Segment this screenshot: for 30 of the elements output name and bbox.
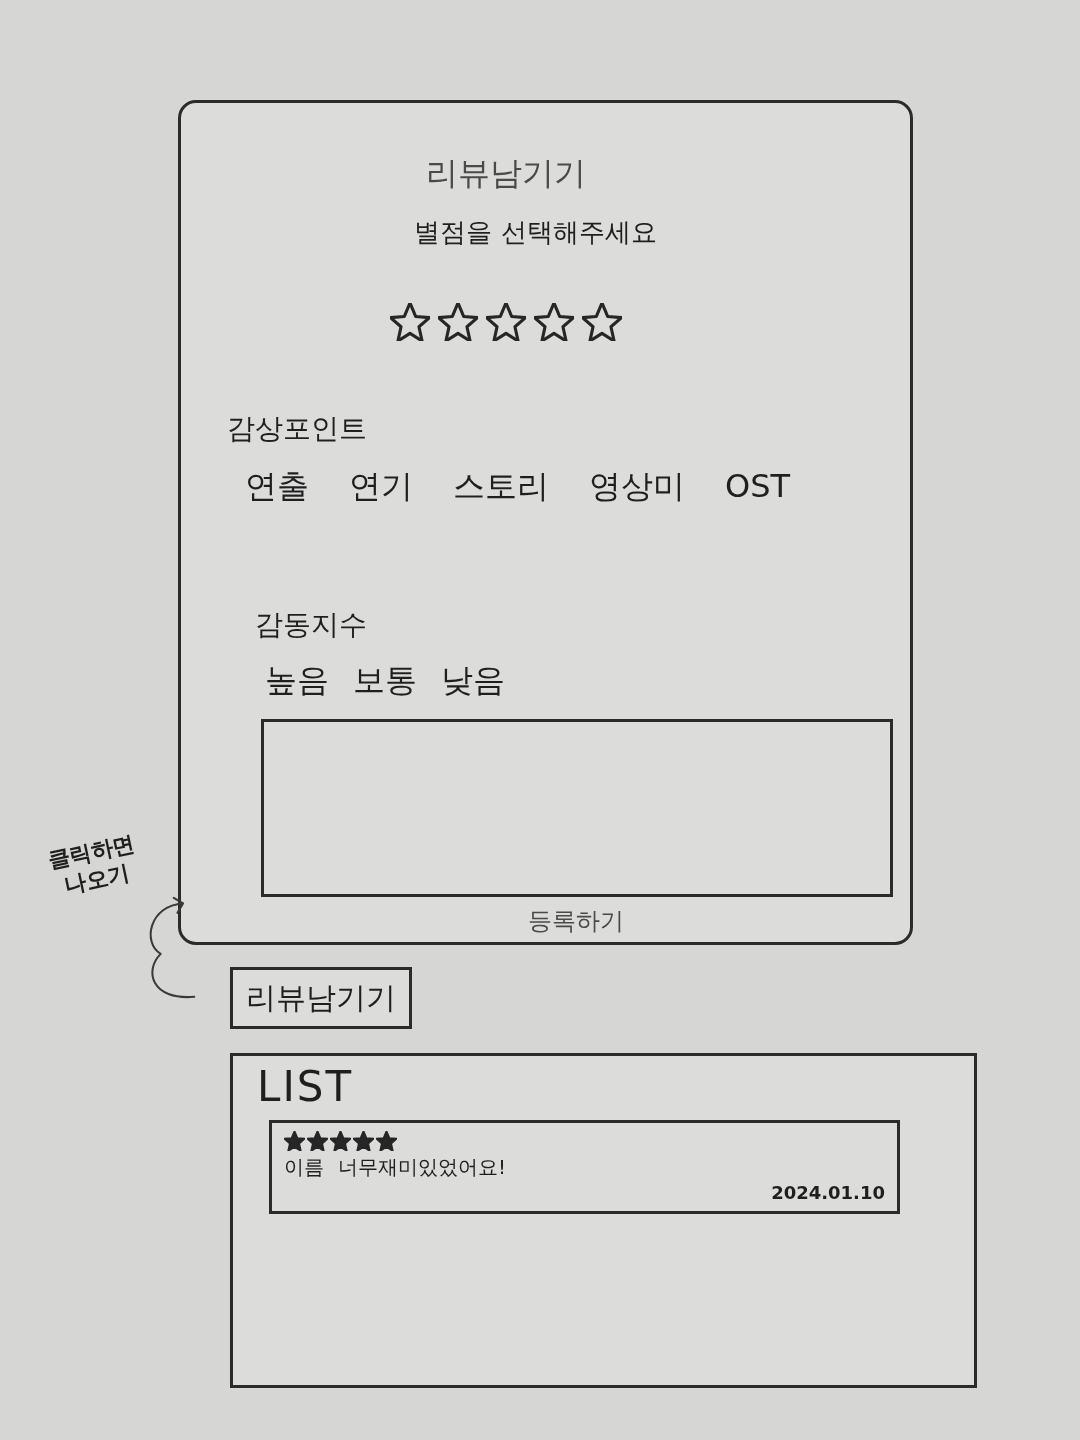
rating-prompt: 별점을 선택해주세요 [414,216,657,249]
star-icon [485,303,526,341]
write-review-button[interactable]: 리뷰남기기 [230,967,412,1029]
viewing-point-option[interactable]: 연출 [245,465,309,507]
submit-button[interactable]: 등록하기 [517,903,634,939]
viewing-point-option[interactable]: 스토리 [453,465,549,507]
star-icon [389,303,430,341]
star-icon [376,1131,397,1151]
review-text: 너무재미있었어요! [338,1154,507,1181]
viewing-point-option[interactable]: 영상미 [589,465,685,507]
modal-title: 리뷰남기기 [425,153,586,193]
star-icon [581,303,622,341]
viewing-point-option[interactable]: 연기 [349,465,413,507]
list-title: LIST [257,1062,354,1112]
review-text-field[interactable] [261,719,893,897]
star-icon [533,303,574,341]
star-icon [307,1131,328,1151]
star-icon [330,1131,351,1151]
emotion-level-option[interactable]: 높음 [265,659,329,701]
reviewer-name: 이름 [284,1154,324,1181]
star-icon [284,1131,305,1151]
emotion-level-option[interactable]: 보통 [353,659,417,701]
viewing-point-option[interactable]: OST [725,465,791,507]
annotation-note: 클릭하면 나오기 [45,829,138,901]
section-heading: 감동지수 [255,607,367,643]
star-icon [437,303,478,341]
star-icon [353,1131,374,1151]
section-heading: 감상포인트 [227,411,367,447]
review-date: 2024.01.10 [771,1181,885,1205]
emotion-level-option[interactable]: 낮음 [441,659,505,701]
